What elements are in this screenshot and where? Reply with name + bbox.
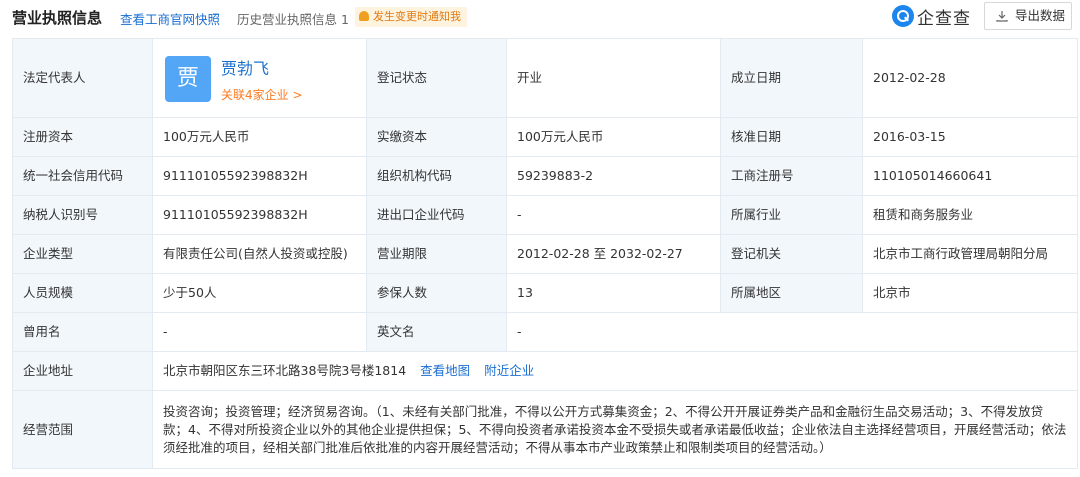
insured-value: 13 <box>506 273 721 313</box>
table-row: 法定代表人 贾 贾勃飞 关联4家企业 > 登记状态 开业 成立日期 2012-0… <box>12 38 1078 118</box>
section-header: 营业执照信息 查看工商官网快照 历史营业执照信息 1 发生变更时通知我 企查查 导… <box>0 0 1080 34</box>
table-row: 注册资本 100万元人民币 实缴资本 100万元人民币 核准日期 2016-03… <box>12 117 1078 157</box>
table-row: 企业类型 有限责任公司(自然人投资或控股) 营业期限 2012-02-28 至 … <box>12 234 1078 274</box>
biz-reg-no-value: 110105014660641 <box>862 156 1078 196</box>
export-label: 导出数据 <box>1015 8 1066 23</box>
biz-term-value: 2012-02-28 至 2032-02-27 <box>506 234 721 274</box>
download-icon <box>996 11 1008 22</box>
credit-code-value: 91110105592398832H <box>152 156 367 196</box>
history-label: 历史营业执照信息 <box>237 12 338 27</box>
scope-label: 经营范围 <box>12 390 153 469</box>
table-row: 人员规模 少于50人 参保人数 13 所属地区 北京市 <box>12 273 1078 313</box>
legal-rep-cell: 贾 贾勃飞 关联4家企业 > <box>152 38 367 118</box>
nearby-companies-link[interactable]: 附近企业 <box>484 363 534 378</box>
paid-capital-label: 实缴资本 <box>366 117 507 157</box>
reg-authority-label: 登记机关 <box>720 234 863 274</box>
founded-label: 成立日期 <box>720 38 863 118</box>
table-row: 曾用名 - 英文名 - <box>12 312 1078 352</box>
related-companies-link[interactable]: 关联4家企业 > <box>221 86 303 104</box>
region-label: 所属地区 <box>720 273 863 313</box>
snapshot-link[interactable]: 查看工商官网快照 <box>120 9 220 28</box>
avatar[interactable]: 贾 <box>165 56 211 102</box>
region-value: 北京市 <box>862 273 1078 313</box>
bell-icon <box>359 11 369 21</box>
org-code-label: 组织机构代码 <box>366 156 507 196</box>
approval-date-label: 核准日期 <box>720 117 863 157</box>
history-license-link[interactable]: 历史营业执照信息 1 <box>237 9 349 28</box>
search-logo-icon <box>892 5 914 27</box>
import-export-label: 进出口企业代码 <box>366 195 507 235</box>
table-row: 经营范围 投资咨询；投资管理；经济贸易咨询。（1、未经有关部门批准，不得以公开方… <box>12 390 1078 469</box>
taxpayer-id-value: 91110105592398832H <box>152 195 367 235</box>
org-code-value: 59239883-2 <box>506 156 721 196</box>
license-info-table: 法定代表人 贾 贾勃飞 关联4家企业 > 登记状态 开业 成立日期 2012-0… <box>12 38 1078 469</box>
english-name-label: 英文名 <box>366 312 507 352</box>
industry-value: 租赁和商务服务业 <box>862 195 1078 235</box>
reg-authority-value: 北京市工商行政管理局朝阳分局 <box>862 234 1078 274</box>
company-type-label: 企业类型 <box>12 234 153 274</box>
logo-text: 企查查 <box>917 8 971 29</box>
former-name-value: - <box>152 312 367 352</box>
view-map-link[interactable]: 查看地图 <box>420 363 470 378</box>
scope-value: 投资咨询；投资管理；经济贸易咨询。（1、未经有关部门批准，不得以公开方式募集资金… <box>152 390 1078 469</box>
industry-label: 所属行业 <box>720 195 863 235</box>
brand-logo: 企查查 <box>892 4 971 29</box>
credit-code-label: 统一社会信用代码 <box>12 156 153 196</box>
biz-term-label: 营业期限 <box>366 234 507 274</box>
founded-value: 2012-02-28 <box>862 38 1078 118</box>
notify-label: 发生变更时通知我 <box>373 10 461 23</box>
notify-change-button[interactable]: 发生变更时通知我 <box>355 7 467 27</box>
history-count: 1 <box>341 12 349 27</box>
reg-capital-label: 注册资本 <box>12 117 153 157</box>
staff-size-value: 少于50人 <box>152 273 367 313</box>
former-name-label: 曾用名 <box>12 312 153 352</box>
legal-rep-name-link[interactable]: 贾勃飞 <box>221 60 269 78</box>
english-name-value: - <box>506 312 1078 352</box>
company-type-value: 有限责任公司(自然人投资或控股) <box>152 234 367 274</box>
export-data-button[interactable]: 导出数据 <box>984 2 1072 30</box>
table-row: 纳税人识别号 91110105592398832H 进出口企业代码 - 所属行业… <box>12 195 1078 235</box>
import-export-value: - <box>506 195 721 235</box>
reg-capital-value: 100万元人民币 <box>152 117 367 157</box>
legal-rep-label: 法定代表人 <box>12 38 153 118</box>
taxpayer-id-label: 纳税人识别号 <box>12 195 153 235</box>
address-value: 北京市朝阳区东三环北路38号院3号楼1814 <box>163 363 407 378</box>
reg-status-label: 登记状态 <box>366 38 507 118</box>
staff-size-label: 人员规模 <box>12 273 153 313</box>
table-row: 企业地址 北京市朝阳区东三环北路38号院3号楼1814 查看地图 附近企业 <box>12 351 1078 391</box>
section-title: 营业执照信息 <box>12 9 103 27</box>
biz-reg-no-label: 工商注册号 <box>720 156 863 196</box>
paid-capital-value: 100万元人民币 <box>506 117 721 157</box>
address-cell: 北京市朝阳区东三环北路38号院3号楼1814 查看地图 附近企业 <box>152 351 1078 391</box>
insured-label: 参保人数 <box>366 273 507 313</box>
address-label: 企业地址 <box>12 351 153 391</box>
approval-date-value: 2016-03-15 <box>862 117 1078 157</box>
reg-status-value: 开业 <box>506 38 721 118</box>
table-row: 统一社会信用代码 91110105592398832H 组织机构代码 59239… <box>12 156 1078 196</box>
